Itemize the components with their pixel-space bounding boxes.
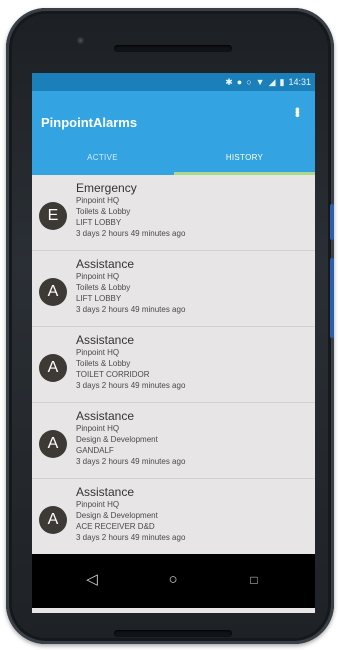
alarm-location: ACE RECEIVER D&D <box>76 522 155 531</box>
top-speaker-grille <box>114 45 232 52</box>
wifi-icon: ▼ <box>255 77 265 87</box>
alarm-type-label: Emergency <box>76 181 137 195</box>
alarm-list-item[interactable]: A Assistance Pinpoint HQ Toilets & Lobby… <box>32 327 315 403</box>
alarm-details: Emergency Pinpoint HQ Toilets & Lobby LI… <box>76 181 185 239</box>
alarm-type-avatar: A <box>39 354 67 382</box>
system-navigation-bar: ◁ ○ □ <box>32 554 315 608</box>
alarm-area: Toilets & Lobby <box>76 207 131 216</box>
status-time: 14:31 <box>288 77 311 87</box>
alarm-details: Assistance Pinpoint HQ Design & Developm… <box>76 485 185 543</box>
alarm-time: 3 days 2 hours 49 minutes ago <box>76 381 186 390</box>
alarm-list-item[interactable]: A Assistance Pinpoint HQ Design & Develo… <box>32 403 315 479</box>
alarm-area: Design & Development <box>76 511 158 520</box>
alarm-location: LIFT LOBBY <box>76 218 122 227</box>
recents-square-icon[interactable]: □ <box>242 568 266 592</box>
alarm-location: TOILET CORRIDOR <box>76 370 150 379</box>
alarm-list-item[interactable]: A Assistance Pinpoint HQ Toilets & Lobby… <box>32 251 315 327</box>
alarm-history-list: E Emergency Pinpoint HQ Toilets & Lobby … <box>32 175 315 555</box>
bottom-speaker-grille <box>114 630 232 637</box>
alarm-type-label: Assistance <box>76 485 135 499</box>
alarm-type-avatar: A <box>39 430 67 458</box>
alarm-details: Assistance Pinpoint HQ Toilets & Lobby L… <box>76 257 185 315</box>
alarm-list-item[interactable]: E Emergency Pinpoint HQ Toilets & Lobby … <box>32 175 315 251</box>
app-title: PinpointAlarms <box>41 115 138 130</box>
alarm-type-label: Assistance <box>76 333 135 347</box>
alarm-type-avatar: A <box>39 506 67 534</box>
alarm-site: Pinpoint HQ <box>76 196 120 205</box>
alarm-site: Pinpoint HQ <box>76 500 120 509</box>
alarm-type-avatar: E <box>39 202 67 230</box>
power-button <box>330 204 334 240</box>
bluetooth-icon: ✱ <box>225 77 233 87</box>
alarm-site: Pinpoint HQ <box>76 424 120 433</box>
do-not-disturb-icon: ○ <box>246 77 252 87</box>
alarm-site: Pinpoint HQ <box>76 272 120 281</box>
alarm-area: Toilets & Lobby <box>76 283 131 292</box>
app-toolbar: PinpointAlarms ••• <box>32 91 315 141</box>
alarm-type-avatar: A <box>39 278 67 306</box>
more-vert-icon[interactable]: ••• <box>290 107 306 116</box>
alarm-area: Design & Development <box>76 435 158 444</box>
alarm-time: 3 days 2 hours 49 minutes ago <box>76 305 186 314</box>
alarm-details: Assistance Pinpoint HQ Toilets & Lobby T… <box>76 333 185 391</box>
tab-bar: ACTIVE HISTORY <box>32 141 315 175</box>
volume-rocker <box>330 258 334 338</box>
alarm-type-label: Assistance <box>76 257 135 271</box>
alarm-time: 3 days 2 hours 49 minutes ago <box>76 533 186 542</box>
tab-active[interactable]: ACTIVE <box>32 141 173 175</box>
battery-icon: ▮ <box>279 77 285 87</box>
alarm-clock-icon: ● <box>236 77 243 87</box>
status-bar: ✱ ● ○ ▼ ◢ ▮ 14:31 <box>32 73 315 91</box>
app-screen: ✱ ● ○ ▼ ◢ ▮ 14:31 PinpointAlarms ••• ACT… <box>32 73 315 613</box>
front-camera <box>76 36 85 45</box>
alarm-site: Pinpoint HQ <box>76 348 120 357</box>
signal-icon: ◢ <box>268 77 276 87</box>
back-triangle-icon[interactable]: ◁ <box>80 568 104 592</box>
alarm-time: 3 days 2 hours 49 minutes ago <box>76 229 186 238</box>
alarm-details: Assistance Pinpoint HQ Design & Developm… <box>76 409 185 467</box>
alarm-area: Toilets & Lobby <box>76 359 131 368</box>
alarm-list-item[interactable]: A Assistance Pinpoint HQ Design & Develo… <box>32 479 315 555</box>
status-icons: ✱ ● ○ ▼ ◢ ▮ 14:31 <box>225 77 311 87</box>
home-circle-icon[interactable]: ○ <box>161 568 185 592</box>
alarm-location: LIFT LOBBY <box>76 294 122 303</box>
alarm-time: 3 days 2 hours 49 minutes ago <box>76 457 186 466</box>
alarm-type-label: Assistance <box>76 409 135 423</box>
tab-history[interactable]: HISTORY <box>174 141 315 175</box>
alarm-location: GANDALF <box>76 446 114 455</box>
